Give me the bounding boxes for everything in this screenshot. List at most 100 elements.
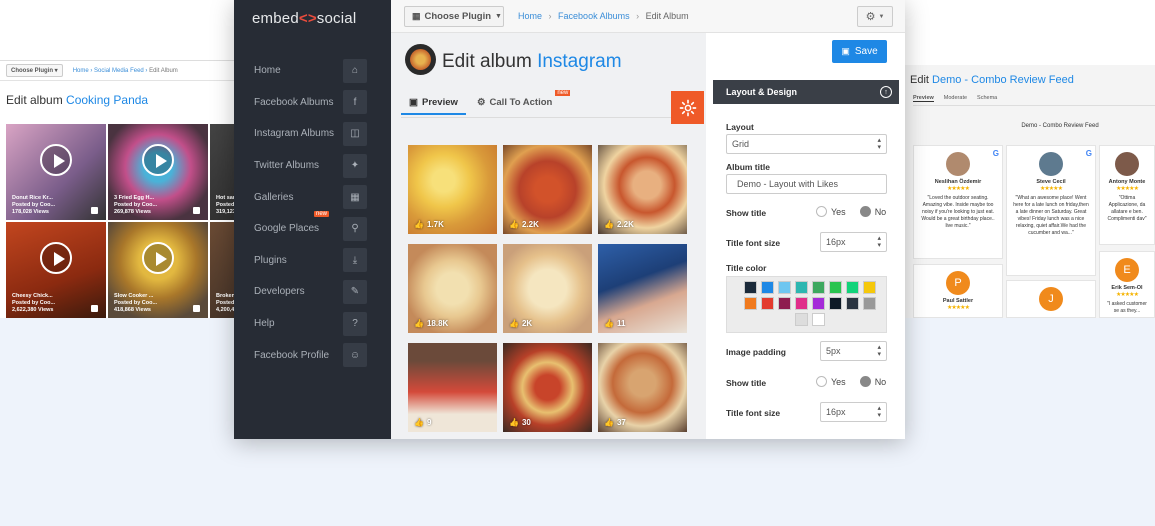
save-button[interactable]: ▣ Save xyxy=(832,40,887,63)
title-font-size-select-2[interactable]: 16px ▴ ▾ xyxy=(820,402,887,422)
radio-no[interactable] xyxy=(859,376,871,387)
settings-toggle-button[interactable] xyxy=(671,91,704,124)
title-font-size-select[interactable]: 16px ▴ ▾ xyxy=(820,232,887,252)
photo-tile[interactable]: 👍 18.8K xyxy=(408,244,497,333)
sidebar-nav: Home ⌂ Facebook Albums f Instagram Albums ◫… xyxy=(234,55,391,371)
breadcrumb-home[interactable]: Home xyxy=(518,11,542,21)
sidebar-item-help[interactable]: Help? xyxy=(234,308,391,340)
breadcrumb-facebook-albums[interactable]: Facebook Albums xyxy=(558,11,630,21)
sidebar-item-instagram-albums[interactable]: Instagram Albums ◫ xyxy=(234,118,391,150)
layout-select[interactable]: Grid ▴ ▾ xyxy=(726,134,887,154)
thumbs-up-icon: 👍 xyxy=(509,220,519,229)
avatar: E xyxy=(1115,258,1139,282)
color-swatch[interactable] xyxy=(828,297,842,310)
color-swatch[interactable] xyxy=(760,281,774,294)
sidebar-item-google-places[interactable]: Google Places new ⚲ xyxy=(234,210,391,245)
photo-tile[interactable]: 👍 11 xyxy=(598,244,687,333)
color-swatch[interactable] xyxy=(845,297,859,310)
main-window: embed<>social Home ⌂ Facebook Albums f Ins… xyxy=(234,0,905,439)
title-font-size-value: 16px xyxy=(826,237,846,247)
color-swatch[interactable] xyxy=(777,281,791,294)
video-thumb[interactable]: 3 Fried Egg H... Posted by Coo... 269,878 … xyxy=(108,124,208,220)
sidebar-item-galleries[interactable]: Galleries ▦ xyxy=(234,181,391,213)
album-tabs: ▣ Preview ⚙ Call To Action new xyxy=(401,90,696,118)
color-swatch[interactable] xyxy=(794,281,808,294)
sidebar-item-plugins[interactable]: Plugins ⤓ xyxy=(234,245,391,277)
photo-tile[interactable]: 👍 2.2K xyxy=(503,145,592,234)
color-swatch[interactable] xyxy=(811,297,825,310)
sidebar-item-label: Developers xyxy=(254,286,305,298)
album-title-input[interactable]: Demo - Layout with Likes xyxy=(726,174,887,194)
color-swatch[interactable] xyxy=(862,297,876,310)
right-tab-preview[interactable]: Preview xyxy=(913,95,934,102)
arrow-up-circle-icon: ↑ xyxy=(880,86,892,98)
like-count: 👍 9 xyxy=(414,418,432,427)
color-swatch[interactable] xyxy=(760,297,774,310)
choose-plugin-button[interactable]: ▦ Choose Plugin ▼ xyxy=(404,6,504,27)
color-swatch[interactable] xyxy=(845,281,859,294)
left-breadcrumb-home[interactable]: Home xyxy=(73,68,89,74)
sidebar-item-facebook-albums[interactable]: Facebook Albums f xyxy=(234,87,391,119)
layout-label: Layout xyxy=(726,122,754,132)
logo-text-b: social xyxy=(316,10,357,27)
photo-tile[interactable]: 👍 2K xyxy=(503,244,592,333)
video-thumb[interactable]: Donut Rice Kr... Posted by Coo... 178,028 … xyxy=(6,124,106,220)
photo-grid: 👍 1.7K 👍 2.2K 👍 2.2K 👍 18.8K 👍 2K 👍 11 👍 9 👍 30 … xyxy=(408,145,687,432)
play-icon[interactable] xyxy=(40,144,72,177)
sidebar-item-developers[interactable]: Developers ✎ xyxy=(234,276,391,308)
photo-tile[interactable]: 👍 37 xyxy=(598,343,687,432)
facebook-icon xyxy=(193,207,200,214)
layout-design-header[interactable]: Layout & Design ↑ xyxy=(713,80,899,104)
settings-dropdown-button[interactable]: ⚙ ▼ xyxy=(857,6,893,27)
thumbs-up-icon: 👍 xyxy=(414,319,424,328)
color-swatch[interactable] xyxy=(743,297,757,310)
radio-no[interactable] xyxy=(859,206,871,217)
radio-yes[interactable] xyxy=(816,376,827,387)
sidebar-item-facebook-profile[interactable]: Facebook Profile ☺ xyxy=(234,339,391,371)
left-breadcrumb: Home › Social Media Feed › Edit Album xyxy=(72,67,178,74)
show-title-label: Show title xyxy=(726,208,767,218)
right-tab-moderate[interactable]: Moderate xyxy=(944,95,967,102)
radio-yes-label: Yes xyxy=(831,206,846,217)
image-padding-select[interactable]: 5px ▴ ▾ xyxy=(820,341,887,361)
tab-call-to-action[interactable]: ⚙ Call To Action new xyxy=(477,90,571,108)
color-swatch[interactable] xyxy=(794,313,808,326)
album-content: Edit album Instagram ▣ Preview ⚙ Call To… xyxy=(391,33,706,439)
grid-icon: ▦ xyxy=(412,11,421,21)
photo-tile[interactable]: 👍 1.7K xyxy=(408,145,497,234)
google-icon: G xyxy=(1085,149,1092,158)
left-breadcrumb-feed[interactable]: Social Media Feed xyxy=(94,68,144,74)
radio-yes[interactable] xyxy=(816,206,827,217)
sidebar-item-label: Twitter Albums xyxy=(254,160,320,172)
play-icon[interactable] xyxy=(142,144,174,177)
review-card: E Erik Sem-Ol ★★★★★ "I asked customer se… xyxy=(1099,251,1155,318)
review-text: "I asked customer se as they... xyxy=(1107,301,1147,314)
left-choose-plugin[interactable]: Choose Plugin ▾ xyxy=(6,64,63,77)
right-tab-schema[interactable]: Schema xyxy=(977,95,997,102)
play-icon[interactable] xyxy=(142,242,174,275)
radio-no-label: No xyxy=(874,376,887,387)
color-swatch[interactable] xyxy=(811,313,825,326)
tab-preview[interactable]: ▣ Preview xyxy=(401,97,466,115)
user-icon: ☺ xyxy=(343,343,367,368)
photo-tile[interactable]: 👍 30 xyxy=(503,343,592,432)
video-thumb[interactable]: Cheesy Chick... Posted by Coo... 2,622,380… xyxy=(6,222,106,318)
play-icon[interactable] xyxy=(40,242,72,275)
sidebar-item-home[interactable]: Home ⌂ xyxy=(234,55,391,87)
gears-icon: ⚙ xyxy=(477,97,486,108)
color-swatch[interactable] xyxy=(828,281,842,294)
color-swatch[interactable] xyxy=(743,281,757,294)
facebook-icon xyxy=(91,305,98,312)
video-thumb[interactable]: Slow Cooker ... Posted by Coo... 418,868 V… xyxy=(108,222,208,318)
review-card: J xyxy=(1006,280,1096,318)
sidebar-item-twitter-albums[interactable]: Twitter Albums ✦ xyxy=(234,150,391,182)
embedsocial-logo[interactable]: embed<>social xyxy=(252,10,356,27)
facebook-icon: f xyxy=(343,90,367,115)
color-swatch[interactable] xyxy=(777,297,791,310)
color-swatch[interactable] xyxy=(862,281,876,294)
thumbs-up-icon: 👍 xyxy=(604,418,614,427)
color-swatch[interactable] xyxy=(811,281,825,294)
color-swatch[interactable] xyxy=(794,297,808,310)
photo-tile[interactable]: 👍 9 xyxy=(408,343,497,432)
photo-tile[interactable]: 👍 2.2K xyxy=(598,145,687,234)
